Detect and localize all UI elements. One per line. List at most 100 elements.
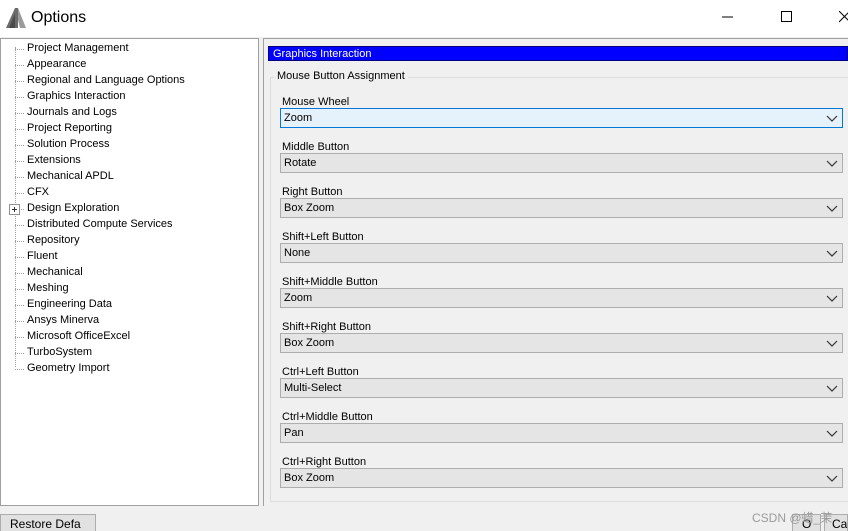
assignment-dropdown[interactable]: Pan [280, 423, 843, 443]
tree-item[interactable]: Mechanical APDL [1, 169, 259, 185]
assignment-dropdown[interactable]: Multi-Select [280, 378, 843, 398]
tree-item[interactable]: Journals and Logs [1, 105, 259, 121]
tree-item[interactable]: CFX [1, 185, 259, 201]
minimize-button[interactable] [705, 4, 751, 32]
tree-item-label: Appearance [27, 58, 87, 70]
tree-item[interactable]: Fluent [1, 249, 259, 265]
field-label: Ctrl+Right Button [282, 456, 367, 468]
assignment-dropdown[interactable]: Zoom [280, 108, 843, 128]
tree-item-label: Extensions [27, 154, 81, 166]
tree-item[interactable]: Project Reporting [1, 121, 259, 137]
tree-branch-line [15, 161, 24, 162]
tree-item-label: Journals and Logs [27, 106, 117, 118]
field-label: Ctrl+Left Button [282, 366, 359, 378]
chevron-down-icon [826, 293, 838, 303]
dropdown-value: Rotate [284, 157, 317, 169]
tree-item[interactable]: Ansys Minerva [1, 313, 259, 329]
assignment-dropdown[interactable]: Box Zoom [280, 198, 843, 218]
chevron-down-icon [826, 338, 838, 348]
dropdown-value: Multi-Select [284, 382, 342, 394]
tree-item[interactable]: TurboSystem [1, 345, 259, 361]
assignment-dropdown[interactable]: Zoom [280, 288, 843, 308]
assignment-dropdown[interactable]: Box Zoom [280, 333, 843, 353]
field-label: Right Button [282, 186, 343, 198]
window-title: Options [31, 9, 87, 26]
tree-branch-line [15, 337, 24, 338]
title-bar: Options [0, 0, 848, 37]
tree-item-label: Ansys Minerva [27, 314, 100, 326]
tree-branch-line [15, 65, 24, 66]
dropdown-value: None [284, 247, 311, 259]
tree-item[interactable]: Geometry Import [1, 361, 259, 377]
tree-item-label: Mechanical APDL [27, 170, 114, 182]
tree-item-label: Meshing [27, 282, 69, 294]
tree-item[interactable]: Appearance [1, 57, 259, 73]
tree-branch-line [15, 273, 24, 274]
close-button[interactable] [822, 4, 848, 32]
tree-item[interactable]: Repository [1, 233, 259, 249]
chevron-down-icon [826, 158, 838, 168]
tree-branch-line [15, 129, 24, 130]
tree-branch-line [15, 225, 24, 226]
tree-item-label: TurboSystem [27, 346, 93, 358]
assignment-dropdown[interactable]: Box Zoom [280, 468, 843, 488]
dropdown-value: Pan [284, 427, 304, 439]
tree-branch-line [15, 305, 24, 306]
tree-item[interactable]: Regional and Language Options [1, 73, 259, 89]
tree-item-label: Repository [27, 234, 80, 246]
tree-branch-line [15, 113, 24, 114]
tree-item[interactable]: Mechanical [1, 265, 259, 281]
tree-item-label: CFX [27, 186, 49, 198]
tree-branch-line [15, 353, 24, 354]
dropdown-value: Box Zoom [284, 202, 335, 214]
dropdown-value: Zoom [284, 292, 313, 304]
tree-item-label: Graphics Interaction [27, 90, 126, 102]
tree-item-label: Project Management [27, 42, 129, 54]
tree-item-label: Geometry Import [27, 362, 110, 374]
tree-item-label: Microsoft OfficeExcel [27, 330, 131, 342]
tree-branch-line [15, 321, 24, 322]
field-label: Shift+Middle Button [282, 276, 378, 288]
restore-defaults-button[interactable]: Restore Defa [0, 514, 96, 531]
tree-item[interactable]: Meshing [1, 281, 259, 297]
tree-item-label: Project Reporting [27, 122, 112, 134]
tree-branch-line [15, 369, 24, 370]
tree-branch-line [15, 97, 24, 98]
tree-item[interactable]: Distributed Compute Services [1, 217, 259, 233]
options-tree[interactable]: Project Management Appearance Regional and… [0, 38, 259, 506]
assignment-dropdown[interactable]: None [280, 243, 843, 263]
tree-branch-line [15, 241, 24, 242]
tree-item[interactable]: Design Exploration [1, 201, 259, 217]
dropdown-value: Box Zoom [284, 472, 335, 484]
section-header: Graphics Interaction [268, 46, 848, 61]
tree-item[interactable]: Project Management [1, 41, 259, 57]
tree-item[interactable]: Microsoft OfficeExcel [1, 329, 259, 345]
expand-plus-icon[interactable] [9, 204, 20, 215]
chevron-down-icon [826, 428, 838, 438]
maximize-icon [781, 10, 793, 26]
tree-branch-line [15, 145, 24, 146]
tree-item[interactable]: Engineering Data [1, 297, 259, 313]
tree-item-label: Fluent [27, 250, 58, 262]
assignment-dropdown[interactable]: Rotate [280, 153, 843, 173]
tree-item[interactable]: Solution Process [1, 137, 259, 153]
field-label: Shift+Left Button [282, 231, 364, 243]
tree-branch-line [15, 177, 24, 178]
tree-item-label: Distributed Compute Services [27, 218, 173, 230]
chevron-down-icon [826, 473, 838, 483]
field-label: Middle Button [282, 141, 350, 153]
chevron-down-icon [826, 113, 838, 123]
field-label: Ctrl+Middle Button [282, 411, 373, 423]
watermark-text: CSDN @蜡_茉 [752, 511, 833, 525]
dropdown-value: Box Zoom [284, 337, 335, 349]
tree-branch-line [15, 257, 24, 258]
tree-item-label: Engineering Data [27, 298, 113, 310]
tree-item[interactable]: Extensions [1, 153, 259, 169]
tree-item[interactable]: Graphics Interaction [1, 89, 259, 105]
tree-item-label: Design Exploration [27, 202, 120, 214]
tree-item-label: Regional and Language Options [27, 74, 185, 86]
ansys-logo-icon [6, 8, 26, 28]
chevron-down-icon [826, 203, 838, 213]
tree-branch-line [15, 193, 24, 194]
maximize-button[interactable] [764, 4, 810, 32]
